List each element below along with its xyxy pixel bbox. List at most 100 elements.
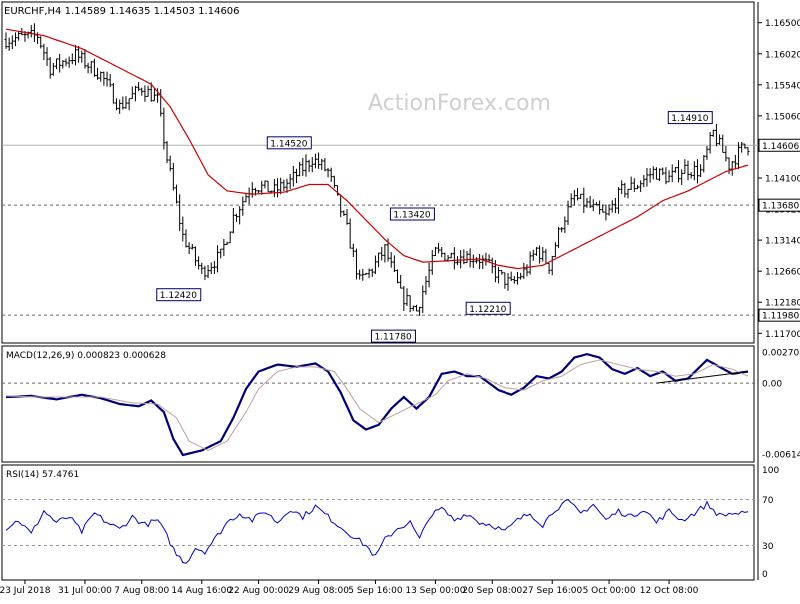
price-bar <box>115 98 119 111</box>
price-bar <box>632 178 636 192</box>
price-bar <box>541 246 545 262</box>
main-y-tick-label: 1.12660 <box>765 268 800 278</box>
price-bar <box>225 241 229 246</box>
swing-level-label: 1.14910 <box>667 111 713 125</box>
price-bar <box>222 238 226 257</box>
price-bar <box>443 252 447 261</box>
price-bar <box>17 31 21 41</box>
main-y-tick-label: 1.13140 <box>765 237 800 247</box>
price-bar <box>92 58 96 77</box>
price-bar <box>345 208 349 225</box>
x-axis-tick-label: 27 Sep 16:00 <box>522 586 582 596</box>
price-bar <box>96 67 100 80</box>
price-bar <box>550 255 554 276</box>
price-bar <box>547 262 551 274</box>
x-axis-tick-label: 22 Aug 00:00 <box>228 586 289 596</box>
x-axis-tick-label: 20 Sep 08:00 <box>462 586 522 596</box>
price-bar <box>67 56 71 68</box>
price-bar <box>342 210 346 217</box>
price-bar <box>143 85 147 102</box>
price-bar <box>288 173 292 189</box>
price-bar <box>58 53 62 73</box>
price-bar <box>70 53 74 65</box>
price-bar <box>73 44 77 66</box>
price-bar <box>200 262 204 274</box>
price-bar <box>414 304 418 312</box>
main-y-tick-label: 1.15540 <box>765 81 800 91</box>
main-y-tick-label: 1.16020 <box>765 50 800 60</box>
price-bar <box>459 249 463 269</box>
support-level-tag-text: 1.13680 <box>762 202 799 212</box>
current-price-tag: 1.14606 <box>758 138 800 152</box>
price-bar <box>572 189 576 206</box>
price-bar <box>528 251 532 275</box>
price-bar <box>197 256 201 270</box>
price-bar <box>187 242 191 255</box>
price-bar <box>645 167 649 187</box>
price-bar <box>623 182 627 198</box>
price-bar <box>733 154 737 170</box>
price-bar <box>664 167 668 185</box>
price-bar <box>610 200 614 213</box>
price-bar <box>484 252 488 266</box>
rsi-panel-frame <box>1 464 755 581</box>
price-bar <box>534 246 538 256</box>
price-bar <box>474 257 478 264</box>
price-bar <box>304 154 308 177</box>
price-bar <box>465 250 469 264</box>
price-bar <box>468 248 472 268</box>
price-bar <box>553 242 557 258</box>
price-bar <box>531 249 535 261</box>
price-bar <box>575 188 579 201</box>
price-bar <box>231 207 235 234</box>
price-bar <box>402 286 406 312</box>
price-bar <box>433 246 437 257</box>
price-bar <box>519 272 523 280</box>
price-bar <box>418 306 422 316</box>
price-bar <box>544 248 548 265</box>
x-axis-tick-label: 31 Jul 00:00 <box>58 586 112 596</box>
main-y-tick-label: 1.12180 <box>765 299 800 309</box>
price-bar <box>266 180 270 193</box>
price-bar <box>411 305 415 311</box>
price-bar <box>351 243 355 258</box>
price-bar <box>168 155 172 172</box>
rsi-y-tick-label: 0 <box>762 570 768 580</box>
main-y-tick-label: 1.15060 <box>765 112 800 122</box>
price-bar <box>127 98 131 111</box>
price-bar <box>437 243 441 254</box>
swing-level-label-text: 1.13420 <box>393 211 430 221</box>
price-bar <box>193 246 197 266</box>
price-bar <box>430 250 434 275</box>
price-bar <box>282 179 286 192</box>
price-bar <box>317 152 321 169</box>
price-bar <box>462 249 466 265</box>
swing-level-label-text: 1.14520 <box>270 139 307 149</box>
price-bar <box>408 295 412 313</box>
price-bar <box>604 204 608 221</box>
price-bar <box>667 170 671 183</box>
price-bar <box>216 245 220 273</box>
price-bar <box>724 146 728 162</box>
moving-average-line <box>5 28 749 270</box>
price-bar <box>538 245 542 264</box>
price-bar <box>61 60 65 69</box>
price-bar <box>181 216 185 242</box>
price-bar <box>244 193 248 203</box>
main-y-tick-label: 1.11700 <box>765 330 800 340</box>
price-bar <box>670 164 674 183</box>
price-bar <box>689 172 693 179</box>
price-bar <box>118 99 122 114</box>
price-bar <box>83 49 87 69</box>
price-bar <box>326 168 330 178</box>
price-bar <box>99 71 103 82</box>
price-bar <box>718 134 722 145</box>
price-bar <box>332 175 336 188</box>
price-bar <box>48 56 52 79</box>
price-bar <box>392 255 396 273</box>
price-bar <box>133 85 137 102</box>
price-bar <box>661 167 665 176</box>
price-bar <box>140 87 144 96</box>
price-bar <box>563 216 567 234</box>
price-bar <box>89 60 93 74</box>
